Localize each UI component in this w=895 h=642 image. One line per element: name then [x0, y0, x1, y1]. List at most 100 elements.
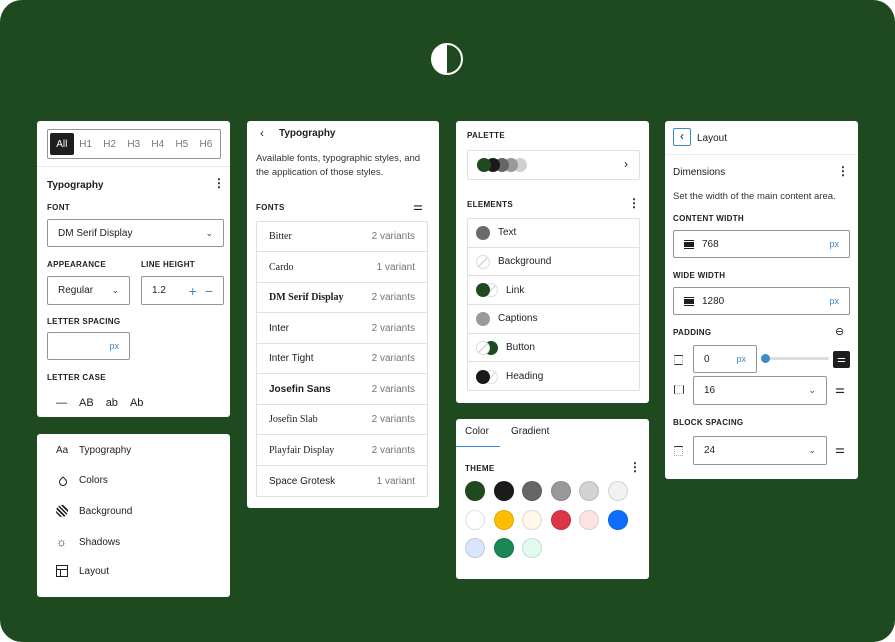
element-item[interactable]: Link [468, 276, 639, 306]
color-swatch[interactable] [465, 481, 485, 501]
font-variants: 2 variants [371, 444, 415, 456]
font-name: Playfair Display [269, 444, 335, 456]
nav-item-background[interactable]: Background [56, 505, 132, 517]
color-swatch[interactable] [550, 509, 571, 530]
canvas-background: All H1 H2 H3 H4 H5 H6 Typography ⋮ FONT … [0, 0, 895, 642]
color-swatch[interactable] [493, 509, 514, 530]
element-label: Captions [498, 313, 538, 325]
font-row[interactable]: Inter Tight 2 variants [257, 344, 427, 374]
font-variants: 2 variants [371, 322, 415, 334]
more-options-icon[interactable]: ⋮ [628, 197, 640, 209]
heading-level-tabs: All H1 H2 H3 H4 H5 H6 [47, 129, 221, 159]
color-swatch[interactable] [522, 538, 543, 559]
font-select[interactable]: DM Serif Display ⌄ [47, 219, 224, 247]
color-swatch[interactable] [608, 481, 628, 501]
case-none-button[interactable]: — [56, 397, 67, 409]
color-swatch[interactable] [608, 509, 628, 530]
nav-item-colors[interactable]: Colors [56, 475, 108, 488]
element-item[interactable]: Heading [468, 363, 639, 392]
letter-spacing-input[interactable]: px [47, 332, 130, 360]
font-row[interactable]: Bitter 2 variants [257, 222, 427, 252]
element-item[interactable]: Captions [468, 305, 639, 334]
appearance-select[interactable]: Regular ⌄ [47, 276, 130, 305]
font-row[interactable]: Josefin Slab 2 variants [257, 405, 427, 435]
content-width-label: CONTENT WIDTH [673, 214, 745, 223]
font-row[interactable]: Playfair Display 2 variants [257, 436, 427, 466]
nav-item-shadows[interactable]: ☼ Shadows [56, 535, 120, 549]
more-options-icon[interactable]: ⋮ [837, 165, 849, 177]
tab-h4[interactable]: H4 [146, 139, 170, 150]
color-swatch[interactable] [579, 481, 600, 501]
block-spacing-value: 24 [704, 445, 716, 456]
tab-h3[interactable]: H3 [122, 139, 146, 150]
padding-vertical-input[interactable]: 0 px [693, 345, 757, 373]
tab-gradient[interactable]: Gradient [511, 426, 549, 437]
minus-icon[interactable]: − [205, 283, 213, 299]
color-swatch[interactable] [493, 481, 514, 501]
palette-label: PALETTE [467, 131, 505, 140]
element-item[interactable]: Text [468, 219, 639, 248]
font-row[interactable]: Space Grotesk 1 variant [257, 466, 427, 496]
element-item[interactable]: Background [468, 248, 639, 277]
padding-slider[interactable] [761, 354, 829, 363]
color-swatch[interactable] [493, 538, 514, 559]
settings-icon[interactable]: ⚌ [835, 383, 845, 396]
case-upper-button[interactable]: AB [79, 397, 94, 409]
chevron-down-icon: ⌄ [111, 285, 119, 295]
content-width-icon [684, 239, 694, 249]
block-spacing-select[interactable]: 24 ⌄ [693, 436, 827, 465]
color-swatch[interactable] [579, 509, 600, 530]
custom-sides-toggle[interactable]: ⚌ [833, 351, 850, 368]
font-name: Josefin Sans [269, 383, 331, 395]
color-swatch[interactable] [522, 509, 543, 530]
font-variants: 2 variants [371, 414, 415, 425]
element-item[interactable]: Button [468, 334, 639, 363]
slider-thumb[interactable] [761, 354, 770, 363]
letter-case-options: — AB ab Ab [56, 397, 143, 409]
tab-h1[interactable]: H1 [74, 139, 98, 150]
case-lower-button[interactable]: ab [106, 397, 118, 409]
nav-item-typography[interactable]: Aa Typography [56, 445, 131, 456]
tab-color[interactable]: Color [465, 426, 489, 437]
settings-icon[interactable]: ⚌ [835, 443, 845, 456]
back-button[interactable]: ‹ [673, 128, 691, 146]
color-swatch[interactable] [465, 538, 485, 559]
font-variants: 2 variants [371, 231, 415, 242]
wide-width-input[interactable]: 1280 px [673, 287, 850, 315]
panel-description: Available fonts, typographic styles, and… [256, 153, 421, 178]
chevron-down-icon: ⌄ [808, 385, 816, 395]
content-width-input[interactable]: 768 px [673, 230, 850, 258]
link-sides-icon[interactable]: ⊖ [835, 325, 844, 338]
font-row[interactable]: Cardo 1 variant [257, 253, 427, 283]
colors-panel: PALETTE › ELEMENTS ⋮ Text Background Link C… [456, 121, 649, 403]
font-name: Cardo [269, 261, 294, 273]
back-button[interactable]: ‹ [260, 126, 264, 140]
padding-horizontal-select[interactable]: 16 ⌄ [693, 376, 827, 405]
font-row[interactable]: DM Serif Display 2 variants [257, 283, 427, 313]
elements-label: ELEMENTS [467, 200, 513, 209]
section-title: Dimensions [673, 167, 726, 178]
line-height-input[interactable]: 1.2 + − [141, 276, 224, 305]
more-options-icon[interactable]: ⋮ [213, 177, 225, 189]
tab-h5[interactable]: H5 [170, 139, 194, 150]
color-indicator-icon [476, 254, 490, 269]
color-swatch[interactable] [550, 481, 571, 501]
plus-icon[interactable]: + [189, 283, 197, 299]
font-row[interactable]: Josefin Sans 2 variants [257, 375, 427, 405]
tab-all[interactable]: All [50, 133, 74, 155]
font-settings-icon[interactable]: ⚌ [413, 200, 423, 213]
palette-button[interactable]: › [467, 150, 640, 180]
nav-item-layout[interactable]: Layout [56, 565, 109, 577]
tab-active-indicator [456, 446, 500, 447]
case-capitalize-button[interactable]: Ab [130, 397, 143, 409]
color-swatch[interactable] [465, 509, 485, 530]
nav-label: Typography [79, 445, 132, 456]
color-swatch[interactable] [522, 481, 543, 501]
more-options-icon[interactable]: ⋮ [629, 461, 641, 473]
font-name: Inter [269, 322, 290, 334]
color-indicator-icon [476, 312, 490, 327]
font-row[interactable]: Inter 2 variants [257, 314, 427, 344]
tab-h6[interactable]: H6 [194, 139, 218, 150]
tab-h2[interactable]: H2 [98, 139, 122, 150]
font-name: DM Serif Display [269, 292, 344, 303]
